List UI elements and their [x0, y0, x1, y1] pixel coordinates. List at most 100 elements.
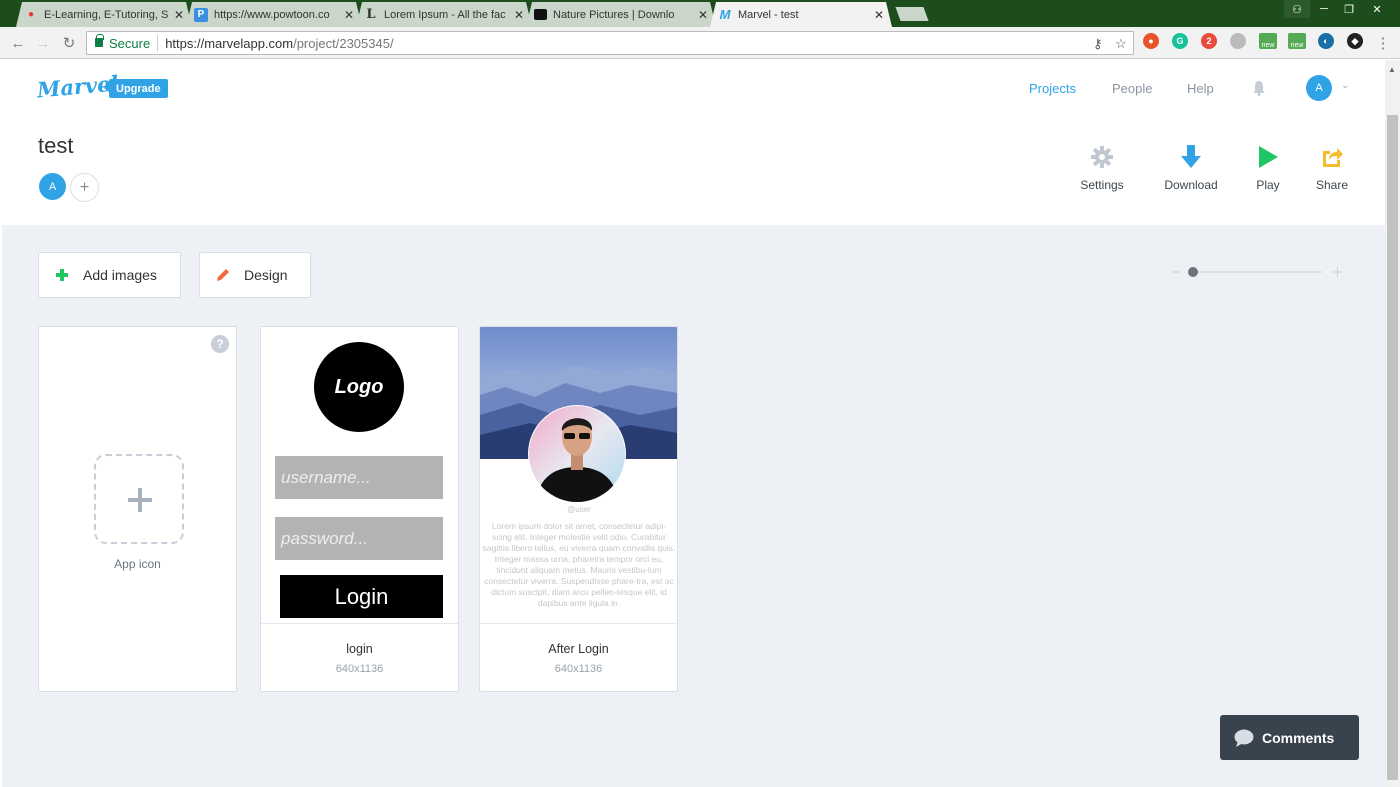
browser-tab[interactable]: Nature Pictures | Downlo ✕ — [526, 2, 716, 27]
camera-favicon — [534, 9, 547, 20]
browser-tab-active[interactable]: M Marvel - test ✕ — [710, 2, 892, 27]
profile-icon[interactable]: ⚇ — [1284, 0, 1310, 18]
lorem-favicon: L — [366, 7, 376, 22]
url-host: https://marvelapp.com — [165, 35, 294, 51]
close-tab-icon[interactable]: ✕ — [698, 8, 708, 22]
tab-title: Nature Pictures | Downlo — [553, 8, 675, 21]
url-path: /project/2305345/ — [293, 35, 394, 51]
extension-pin-icon[interactable]: ◆ — [1347, 33, 1363, 49]
new-badge: new — [1261, 42, 1275, 49]
settings-action[interactable]: Settings — [1067, 142, 1137, 192]
minimize-icon[interactable]: ─ — [1311, 0, 1337, 18]
download-action[interactable]: Download — [1156, 142, 1226, 192]
browser-tab[interactable]: L Lorem Ipsum - All the fac ✕ — [356, 2, 532, 27]
page-scrollbar[interactable]: ▲ — [1385, 60, 1400, 787]
screen-thumbnail[interactable]: Logo username... password... Login — [261, 327, 458, 624]
close-tab-icon[interactable]: ✕ — [514, 8, 524, 22]
download-label: Download — [1164, 178, 1218, 192]
plus-icon — [128, 488, 152, 512]
restore-icon[interactable]: ❐ — [1336, 0, 1362, 18]
screen-name[interactable]: After Login — [480, 642, 677, 656]
browser-toolbar: ← → ↻ Secure https://marvelapp.com/proje… — [0, 27, 1400, 59]
logo-circle: Logo — [314, 342, 404, 432]
share-label: Share — [1315, 178, 1349, 192]
browser-tab[interactable]: ● E-Learning, E-Tutoring, S ✕ — [16, 2, 192, 27]
app-canvas: Marvel Upgrade Projects People Help A ⌄ … — [2, 60, 1385, 787]
add-images-button[interactable]: Add images — [38, 252, 181, 298]
comments-label: Comments — [1262, 729, 1335, 746]
tab-title: Marvel - test — [738, 8, 799, 21]
screen-thumbnail[interactable]: @user Lorem ipsum dolor sit amet, consec… — [480, 327, 677, 624]
help-icon[interactable]: ? — [211, 335, 229, 353]
bookmark-star-icon[interactable]: ☆ — [1115, 36, 1127, 52]
grammarly-icon[interactable]: G — [1172, 33, 1188, 49]
user-handle: @user — [567, 505, 591, 514]
reload-icon[interactable]: ↻ — [60, 34, 78, 52]
comments-button[interactable]: Comments — [1220, 715, 1359, 760]
extension-fire-icon[interactable]: ● — [1143, 33, 1159, 49]
screen-card-after-login[interactable]: @user Lorem ipsum dolor sit amet, consec… — [479, 326, 678, 692]
close-tab-icon[interactable]: ✕ — [344, 8, 354, 22]
play-label: Play — [1256, 178, 1280, 192]
zoom-out-icon[interactable] — [1172, 271, 1180, 273]
settings-label: Settings — [1080, 178, 1124, 192]
slider-track — [1192, 271, 1322, 273]
project-title[interactable]: test — [38, 133, 73, 159]
close-window-icon[interactable]: ✕ — [1362, 0, 1392, 18]
member-avatar[interactable]: A — [39, 173, 66, 200]
play-action[interactable]: Play — [1233, 142, 1303, 192]
tab-title: Lorem Ipsum - All the fac — [384, 8, 506, 21]
chrome-extension-icon[interactable] — [1230, 33, 1246, 49]
play-icon — [1259, 146, 1278, 168]
user-avatar[interactable]: A — [1306, 75, 1332, 101]
back-icon[interactable]: ← — [9, 34, 27, 52]
extension-icon[interactable]: 2 — [1201, 33, 1217, 49]
app-icon-dropzone[interactable] — [94, 454, 184, 544]
plus-icon — [56, 269, 68, 281]
slider-handle[interactable] — [1188, 267, 1198, 277]
extension-badge: 2 — [1206, 36, 1212, 46]
share-action[interactable]: Share — [1297, 142, 1367, 192]
screen-name[interactable]: login — [261, 642, 458, 656]
password-field-mock: password... — [275, 517, 443, 560]
nav-projects[interactable]: Projects — [1029, 81, 1076, 96]
new-badge: new — [1290, 42, 1304, 49]
scroll-up-icon[interactable]: ▲ — [1388, 65, 1396, 74]
share-icon — [1323, 148, 1343, 167]
extension-wave-icon[interactable]: ◐ — [1318, 33, 1334, 49]
extension-new-icon[interactable]: new — [1288, 33, 1306, 49]
download-arrow-icon — [1181, 145, 1201, 168]
scrollbar-thumb[interactable] — [1387, 115, 1398, 780]
marvel-favicon: M — [719, 7, 731, 22]
design-label: Design — [244, 267, 288, 283]
close-tab-icon[interactable]: ✕ — [874, 8, 884, 22]
notifications-bell-icon[interactable] — [1252, 80, 1266, 96]
extension-new-icon[interactable]: new — [1259, 33, 1277, 49]
project-header: Marvel Upgrade Projects People Help A ⌄ … — [2, 60, 1385, 225]
tab-title: E-Learning, E-Tutoring, S — [44, 8, 169, 21]
app-icon-card[interactable]: ? App icon — [38, 326, 237, 692]
elearning-favicon: ● — [27, 9, 35, 20]
nav-people[interactable]: People — [1112, 81, 1152, 96]
browser-tab[interactable]: P https://www.powtoon.co ✕ — [186, 2, 362, 27]
zoom-in-icon[interactable] — [1333, 267, 1342, 277]
upgrade-button[interactable]: Upgrade — [104, 79, 168, 98]
browser-menu-icon[interactable]: ⋮ — [1374, 34, 1392, 52]
powtoon-favicon: P — [194, 8, 208, 22]
login-button-mock: Login — [280, 575, 443, 618]
chevron-down-icon[interactable]: ⌄ — [1341, 80, 1349, 91]
close-tab-icon[interactable]: ✕ — [174, 8, 184, 22]
new-tab-button[interactable] — [895, 7, 929, 21]
key-icon[interactable]: ⚷ — [1093, 36, 1103, 52]
screen-card-login[interactable]: Logo username... password... Login login… — [260, 326, 459, 692]
add-images-label: Add images — [83, 267, 157, 283]
nav-help[interactable]: Help — [1187, 81, 1214, 96]
address-bar[interactable]: Secure https://marvelapp.com/project/230… — [86, 31, 1134, 55]
bio-text: Lorem ipsum dolor sit amet, consectetur … — [482, 521, 676, 608]
add-member-button[interactable]: + — [70, 173, 99, 202]
screen-size: 640x1136 — [335, 663, 384, 675]
design-button[interactable]: Design — [199, 252, 311, 298]
pencil-icon — [217, 269, 229, 281]
zoom-slider[interactable] — [1172, 266, 1342, 278]
forward-icon[interactable]: → — [34, 34, 52, 52]
